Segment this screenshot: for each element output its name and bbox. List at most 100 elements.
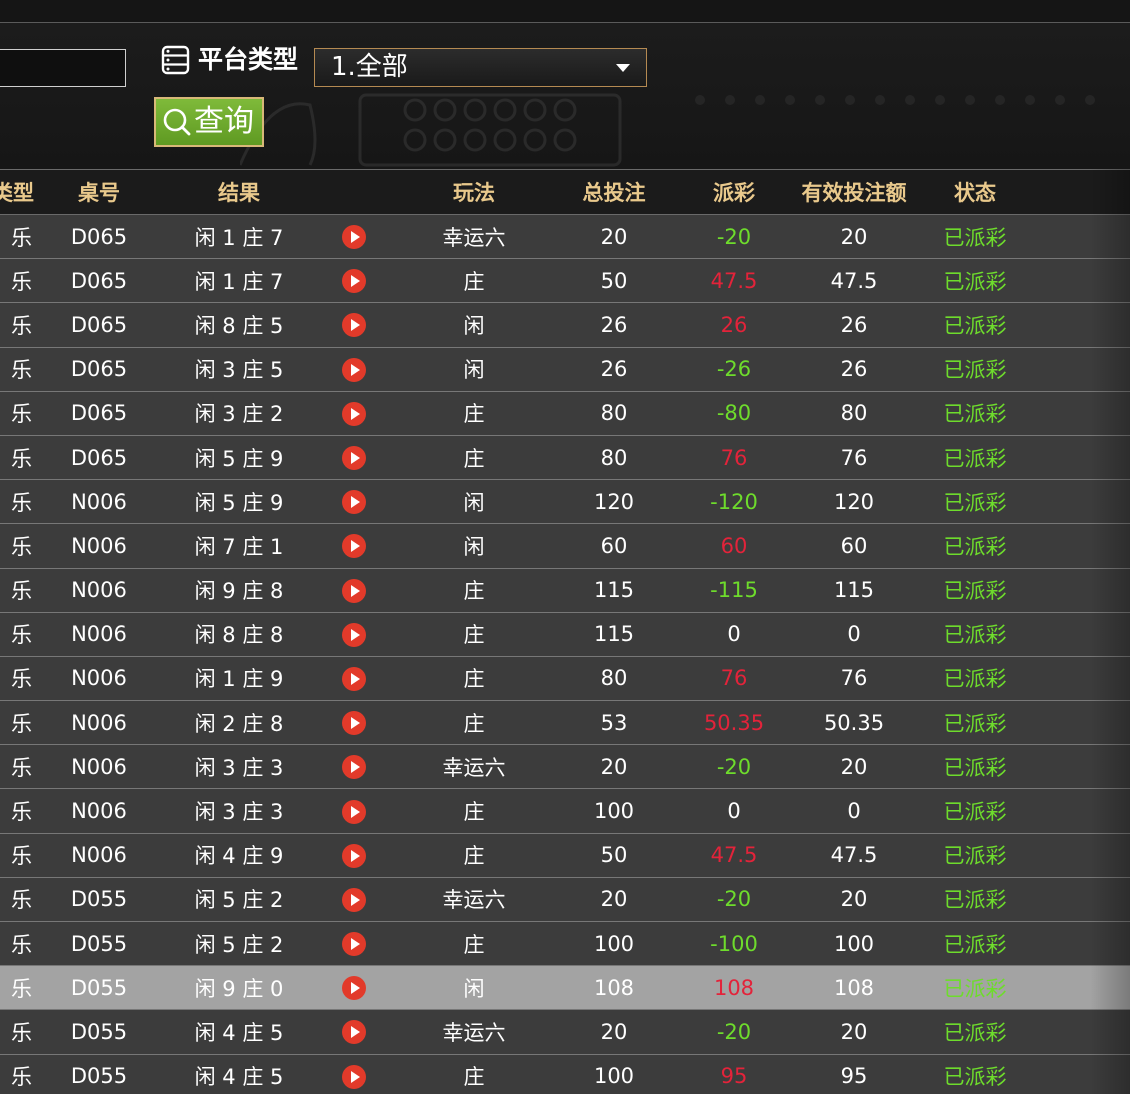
- cell-status: 已派彩: [914, 877, 1036, 923]
- cell-type: 乐: [0, 258, 34, 304]
- table-row[interactable]: 乐 N006 闲 8 庄 8 庄 115 0 0 已派彩: [0, 612, 1130, 657]
- table-row[interactable]: 乐 N006 闲 4 庄 9 庄 50 47.5 47.5 已派彩: [0, 833, 1130, 878]
- cell-play: 庄: [394, 391, 554, 436]
- table-row[interactable]: 乐 N006 闲 3 庄 3 庄 100 0 0 已派彩: [0, 788, 1130, 834]
- cell-play: 庄: [394, 258, 554, 304]
- cell-type: 乐: [0, 877, 34, 923]
- cell-total-bet: 60: [554, 523, 674, 569]
- cell-video[interactable]: [314, 479, 394, 525]
- cell-video[interactable]: [314, 833, 394, 878]
- cell-extra: [1036, 391, 1130, 436]
- play-video-icon[interactable]: [342, 1020, 366, 1045]
- play-video-icon[interactable]: [342, 269, 366, 294]
- cell-video[interactable]: [314, 612, 394, 657]
- cell-status: 已派彩: [914, 1054, 1036, 1094]
- table-row[interactable]: 乐 N006 闲 9 庄 8 庄 115 -115 115 已派彩: [0, 568, 1130, 613]
- cell-video[interactable]: [314, 877, 394, 923]
- play-video-icon[interactable]: [342, 490, 366, 515]
- cell-payout: -20: [674, 214, 794, 260]
- cell-video[interactable]: [314, 744, 394, 790]
- cell-total-bet: 115: [554, 612, 674, 657]
- cell-valid-bet: 26: [794, 347, 914, 392]
- play-video-icon[interactable]: [342, 446, 366, 471]
- cell-video[interactable]: [314, 788, 394, 834]
- table-row[interactable]: 乐 D065 闲 3 庄 2 庄 80 -80 80 已派彩: [0, 391, 1130, 436]
- play-video-icon[interactable]: [342, 799, 366, 824]
- table-row[interactable]: 乐 D055 闲 4 庄 5 幸运六 20 -20 20 已派彩: [0, 1009, 1130, 1055]
- cell-video[interactable]: [314, 656, 394, 702]
- table-row[interactable]: 乐 N006 闲 2 庄 8 庄 53 50.35 50.35 已派彩: [0, 700, 1130, 746]
- cell-type: 乐: [0, 568, 34, 613]
- cell-result: 闲 3 庄 3: [164, 744, 314, 790]
- table-row[interactable]: 乐 N006 闲 1 庄 9 庄 80 76 76 已派彩: [0, 656, 1130, 702]
- cell-play: 庄: [394, 788, 554, 834]
- table-row[interactable]: 乐 D055 闲 4 庄 5 庄 100 95 95 已派彩: [0, 1054, 1130, 1094]
- play-video-icon[interactable]: [342, 622, 366, 647]
- column-header-payout: 派彩: [674, 169, 794, 215]
- cell-status: 已派彩: [914, 347, 1036, 392]
- table-row[interactable]: 乐 D065 闲 5 庄 9 庄 80 76 76 已派彩: [0, 435, 1130, 481]
- table-row[interactable]: 乐 N006 闲 5 庄 9 闲 120 -120 120 已派彩: [0, 479, 1130, 525]
- cell-video[interactable]: [314, 258, 394, 304]
- cell-video[interactable]: [314, 391, 394, 436]
- play-video-icon[interactable]: [342, 976, 366, 1001]
- cell-video[interactable]: [314, 302, 394, 348]
- cell-video[interactable]: [314, 347, 394, 392]
- column-header-extra: [1036, 169, 1130, 215]
- table-row[interactable]: 乐 D055 闲 9 庄 0 闲 108 108 108 已派彩: [0, 965, 1130, 1011]
- play-video-icon[interactable]: [342, 666, 366, 691]
- play-video-icon[interactable]: [342, 578, 366, 603]
- column-header-play: 玩法: [394, 169, 554, 215]
- table-row[interactable]: 乐 D065 闲 8 庄 5 闲 26 26 26 已派彩: [0, 302, 1130, 348]
- cell-video[interactable]: [314, 921, 394, 967]
- cell-table-no: D055: [34, 877, 164, 923]
- cell-valid-bet: 95: [794, 1054, 914, 1094]
- cell-total-bet: 80: [554, 391, 674, 436]
- table-row[interactable]: 乐 D065 闲 1 庄 7 庄 50 47.5 47.5 已派彩: [0, 258, 1130, 304]
- cell-total-bet: 100: [554, 921, 674, 967]
- cell-payout: -80: [674, 391, 794, 436]
- play-video-icon[interactable]: [342, 225, 366, 250]
- cell-status: 已派彩: [914, 435, 1036, 481]
- play-video-icon[interactable]: [342, 755, 366, 780]
- table-row[interactable]: 乐 D065 闲 3 庄 5 闲 26 -26 26 已派彩: [0, 347, 1130, 392]
- play-video-icon[interactable]: [342, 843, 366, 868]
- cell-total-bet: 20: [554, 877, 674, 923]
- cell-status: 已派彩: [914, 258, 1036, 304]
- cell-valid-bet: 100: [794, 921, 914, 967]
- table-row[interactable]: 乐 N006 闲 7 庄 1 闲 60 60 60 已派彩: [0, 523, 1130, 569]
- cell-video[interactable]: [314, 1009, 394, 1055]
- cell-video[interactable]: [314, 568, 394, 613]
- cell-video[interactable]: [314, 700, 394, 746]
- cell-payout: 76: [674, 435, 794, 481]
- play-video-icon[interactable]: [342, 1064, 366, 1089]
- cell-play: 庄: [394, 833, 554, 878]
- cell-video[interactable]: [314, 1054, 394, 1094]
- cell-video[interactable]: [314, 523, 394, 569]
- table-row[interactable]: 乐 D065 闲 1 庄 7 幸运六 20 -20 20 已派彩: [0, 214, 1130, 260]
- table-row[interactable]: 乐 D055 闲 5 庄 2 幸运六 20 -20 20 已派彩: [0, 877, 1130, 923]
- play-video-icon[interactable]: [342, 401, 366, 426]
- server-list-icon: [161, 45, 190, 75]
- play-video-icon[interactable]: [342, 711, 366, 736]
- play-video-icon[interactable]: [342, 357, 366, 382]
- platform-type-select[interactable]: 1.全部: [314, 48, 647, 87]
- cell-video[interactable]: [314, 965, 394, 1011]
- play-video-icon[interactable]: [342, 313, 366, 338]
- cell-table-no: D055: [34, 965, 164, 1011]
- cell-extra: [1036, 479, 1130, 525]
- cell-video[interactable]: [314, 435, 394, 481]
- cell-video[interactable]: [314, 214, 394, 260]
- table-row[interactable]: 乐 N006 闲 3 庄 3 幸运六 20 -20 20 已派彩: [0, 744, 1130, 790]
- play-video-icon[interactable]: [342, 887, 366, 912]
- cell-status: 已派彩: [914, 214, 1036, 260]
- cell-total-bet: 120: [554, 479, 674, 525]
- play-video-icon[interactable]: [342, 534, 366, 559]
- play-video-icon[interactable]: [342, 932, 366, 957]
- cell-result: 闲 8 庄 8: [164, 612, 314, 657]
- cell-valid-bet: 76: [794, 435, 914, 481]
- cell-payout: -115: [674, 568, 794, 613]
- table-row[interactable]: 乐 D055 闲 5 庄 2 庄 100 -100 100 已派彩: [0, 921, 1130, 967]
- date-input[interactable]: [0, 49, 126, 87]
- query-button[interactable]: 查询: [154, 97, 264, 147]
